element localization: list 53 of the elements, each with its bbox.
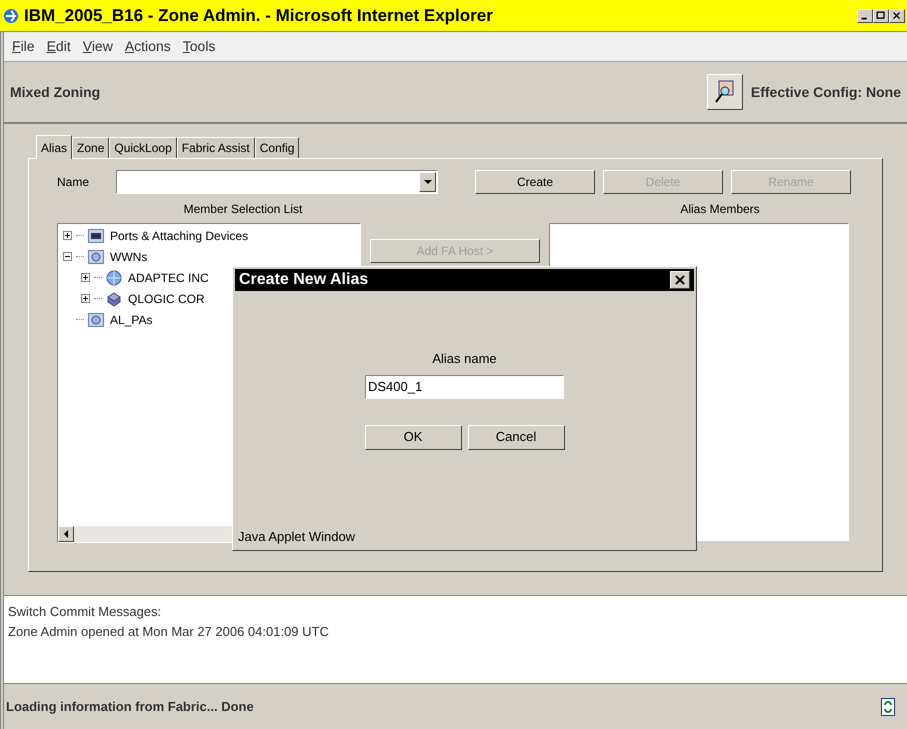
tree-item[interactable]: AL_PAs bbox=[110, 310, 152, 328]
maximize-icon[interactable] bbox=[873, 8, 889, 22]
page-title: Mixed Zoning bbox=[10, 82, 102, 102]
dialog-button[interactable]: OK bbox=[364, 424, 462, 450]
tab[interactable]: Fabric Assist bbox=[176, 137, 255, 158]
dialog-button[interactable]: Cancel bbox=[468, 424, 564, 450]
message-line: Zone Admin opened at Mon Mar 27 2006 04:01:09 UTC bbox=[8, 623, 330, 641]
scroll-left-button[interactable] bbox=[58, 526, 74, 542]
message-line: Switch Commit Messages: bbox=[8, 603, 162, 621]
expand-icon[interactable] bbox=[81, 273, 90, 282]
tree-item[interactable]: QLOGIC COR bbox=[128, 290, 205, 308]
expand-icon[interactable] bbox=[81, 294, 90, 303]
tree-item[interactable]: Ports & Attaching Devices bbox=[110, 226, 248, 244]
section-label: Alias Members bbox=[679, 201, 761, 218]
magnifier-icon bbox=[714, 80, 736, 104]
menu-item[interactable]: Edit bbox=[46, 36, 71, 57]
name-label: Name bbox=[57, 174, 90, 191]
section-label: Member Selection List bbox=[182, 201, 304, 218]
menu-item[interactable]: File bbox=[12, 36, 35, 57]
action-button[interactable]: Create bbox=[475, 170, 595, 194]
tree-item[interactable]: WWNs bbox=[110, 248, 148, 266]
alias-name-field[interactable]: DS400_1 bbox=[365, 374, 564, 398]
close-icon bbox=[675, 275, 685, 285]
refresh-icon[interactable] bbox=[881, 698, 895, 716]
globe-icon bbox=[106, 270, 122, 286]
dialog-title: Create New Alias bbox=[239, 270, 370, 290]
config-view-button[interactable] bbox=[706, 74, 743, 110]
status-text: Loading information from Fabric... Done bbox=[6, 698, 255, 716]
dialog-footer: Java Applet Window bbox=[235, 526, 694, 548]
collapse-icon[interactable] bbox=[63, 252, 72, 261]
menu-item[interactable]: Tools bbox=[182, 36, 216, 57]
folder-icon bbox=[88, 312, 104, 326]
browser-icon bbox=[2, 6, 20, 24]
menu-item[interactable]: Actions bbox=[124, 36, 171, 57]
effective-config: Effective Config: None bbox=[750, 82, 901, 102]
tab[interactable]: Alias bbox=[36, 135, 72, 159]
tree-item[interactable]: ADAPTEC INC bbox=[128, 268, 209, 286]
dropdown-arrow-icon bbox=[424, 180, 432, 184]
device-icon bbox=[106, 290, 122, 306]
close-icon[interactable] bbox=[889, 8, 905, 22]
tab[interactable]: Config bbox=[254, 137, 300, 158]
expand-icon[interactable] bbox=[63, 231, 72, 240]
close-button[interactable] bbox=[670, 271, 690, 289]
folder-icon bbox=[88, 250, 104, 264]
field-label: Alias name bbox=[432, 350, 497, 368]
device-folder-icon bbox=[88, 228, 104, 242]
tab[interactable]: Zone bbox=[72, 137, 110, 158]
window-title: IBM_2005_B16 - Zone Admin. - Microsoft Internet Explorer bbox=[24, 4, 494, 27]
minimize-icon[interactable] bbox=[857, 8, 873, 22]
menu-item[interactable]: View bbox=[82, 36, 113, 57]
tab[interactable]: QuickLoop bbox=[109, 137, 177, 158]
name-combobox[interactable] bbox=[116, 170, 438, 194]
left-arrow-icon bbox=[64, 530, 68, 538]
